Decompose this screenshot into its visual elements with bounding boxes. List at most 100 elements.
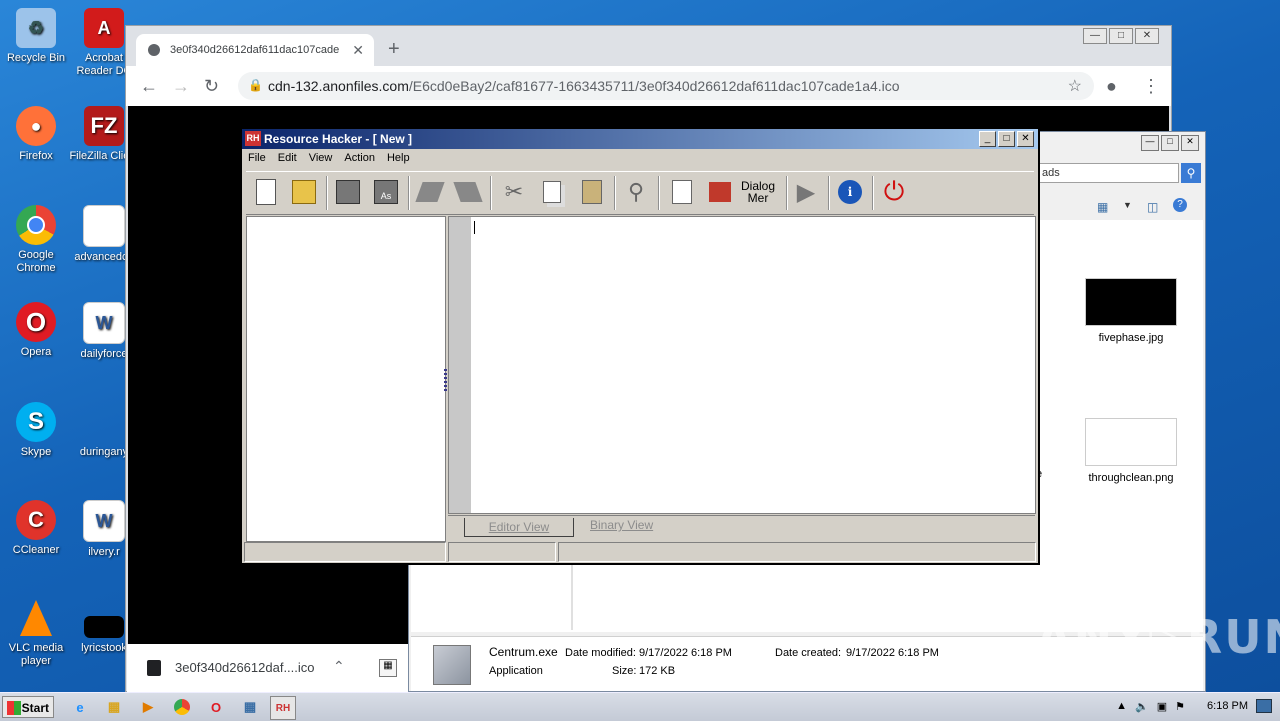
filezilla-icon: FZ [84, 106, 124, 146]
profile-icon[interactable]: ● [1106, 76, 1117, 97]
new-tab-icon[interactable]: + [388, 38, 400, 61]
chevron-up-icon[interactable]: ⌃ [333, 658, 345, 675]
minimize-icon[interactable]: — [1141, 135, 1159, 151]
browser-tab[interactable]: 3e0f340d26612daf611dac107cade1a4.ico ✕ [136, 34, 374, 66]
desktop-icon-ccleaner[interactable]: C CCleaner [0, 500, 72, 557]
windows-logo-icon [7, 701, 21, 715]
text-caret [474, 221, 475, 234]
rh-window-title: Resource Hacker - [ New ] [264, 132, 413, 146]
desktop-icon-skype[interactable]: S Skype [0, 402, 72, 459]
paste-icon[interactable] [576, 176, 608, 208]
chrome-taskbar-icon[interactable] [170, 696, 194, 718]
url-text: cdn-132.anonfiles.com/E6cd0eBay2/caf8167… [268, 78, 900, 94]
recycle-bin-icon: ♻ [16, 8, 56, 48]
explorer-search-input[interactable]: ads [1037, 163, 1179, 183]
rh-titlebar[interactable]: RH Resource Hacker - [ New ] _ □ ✕ [242, 129, 1038, 149]
forward-arrow-icon[interactable] [452, 176, 484, 208]
toolbar-separator [658, 176, 660, 210]
file-item[interactable]: fivephаse.jpg [1075, 278, 1187, 344]
word-doc-icon: W [83, 500, 125, 542]
maximize-icon[interactable]: □ [998, 131, 1015, 147]
line-number-gutter [448, 216, 472, 514]
code-editor[interactable] [471, 216, 1036, 514]
details-modified-value: 9/17/2022 6:18 PM [639, 647, 732, 659]
start-button[interactable]: Start [2, 696, 54, 718]
splitter-handle[interactable] [444, 369, 447, 391]
tab-binary-view[interactable]: Binary View [590, 518, 653, 532]
show-desktop-icon[interactable] [1256, 699, 1272, 713]
close-icon[interactable]: ✕ [1181, 135, 1199, 151]
details-size-label: Size: [612, 665, 637, 677]
ccleaner-icon: C [16, 500, 56, 540]
dialog-merger-icon[interactable]: Dialog Mer [741, 176, 775, 208]
forward-icon[interactable]: → [172, 76, 190, 97]
address-bar[interactable]: 🔒 cdn-132.anonfiles.com/E6cd0eBay2/caf81… [238, 72, 1094, 100]
clock[interactable]: 6:18 PM [1207, 700, 1248, 712]
power-exit-icon[interactable]: ⏻ [878, 176, 910, 208]
menu-view[interactable]: View [303, 149, 339, 169]
back-arrow-icon[interactable] [414, 176, 446, 208]
merger-label: Mer [747, 191, 769, 205]
save-as-icon[interactable]: As [370, 176, 402, 208]
help-icon[interactable]: ? [1173, 198, 1187, 212]
ie-icon[interactable]: e [68, 696, 92, 718]
file-item[interactable]: throughclean.png [1075, 418, 1187, 484]
download-item-name[interactable]: 3e0f340d26612daf....ico [175, 660, 315, 675]
back-icon[interactable]: ← [140, 76, 158, 97]
volume-icon[interactable]: 🔈 [1135, 700, 1149, 713]
start-label: Start [21, 701, 49, 715]
copy-icon[interactable] [536, 176, 568, 208]
menu-action[interactable]: Action [338, 149, 381, 169]
search-icon[interactable]: ⚲ [620, 176, 652, 208]
desktop-icon-vlc[interactable]: VLC media player [0, 598, 72, 668]
close-icon[interactable]: ✕ [1017, 131, 1034, 147]
desktop-icon-opera[interactable]: O Opera [0, 302, 72, 359]
download-shelf: 3e0f340d26612daf....ico ⌃ ▦ [127, 644, 408, 692]
details-type: Application [489, 665, 543, 677]
desktop-icon-firefox[interactable]: ● Firefox [0, 106, 72, 163]
menu-edit[interactable]: Edit [272, 149, 303, 169]
network-icon[interactable]: ▣ [1157, 700, 1167, 713]
add-image-icon[interactable] [704, 176, 736, 208]
media-player-icon[interactable]: ▶ [136, 696, 160, 718]
maximize-icon[interactable]: □ [1161, 135, 1179, 151]
desktop-icon-chrome[interactable]: Google Chrome [0, 205, 72, 275]
chrome-window-controls: — □ ✕ [1083, 28, 1159, 44]
open-folder-icon[interactable] [288, 176, 320, 208]
details-created-label: Date created: [775, 647, 842, 659]
save-icon[interactable] [332, 176, 364, 208]
explorer-folder-icon[interactable]: ▦ [102, 696, 126, 718]
play-run-icon[interactable]: ▶ [790, 176, 822, 208]
maximize-icon[interactable]: □ [1109, 28, 1133, 44]
resource-tree[interactable] [246, 216, 446, 542]
toolbar-separator [872, 176, 874, 210]
info-icon[interactable]: i [834, 176, 866, 208]
minimize-icon[interactable]: _ [979, 131, 996, 147]
search-icon[interactable]: ⚲ [1181, 163, 1201, 183]
downloads-folder-icon[interactable]: ▦ [379, 659, 397, 677]
opera-taskbar-icon[interactable]: O [204, 696, 228, 718]
minimize-icon[interactable]: — [1083, 28, 1107, 44]
desktop-icon-recycle-bin[interactable]: ♻ Recycle Bin [0, 8, 72, 65]
resource-hacker-taskbar-icon[interactable]: RH [270, 696, 296, 720]
preview-pane-icon[interactable]: ◫ [1147, 200, 1158, 214]
menu-file[interactable]: File [242, 149, 272, 169]
menu-kebab-icon[interactable]: ⋮ [1142, 76, 1160, 97]
reload-icon[interactable]: ↻ [204, 76, 219, 97]
tab-editor-view[interactable]: Editor View [464, 518, 574, 537]
skype-icon: S [16, 402, 56, 442]
close-icon[interactable]: ✕ [1135, 28, 1159, 44]
blank-file-icon [84, 402, 124, 442]
status-panel [244, 542, 446, 562]
menu-help[interactable]: Help [381, 149, 416, 169]
bookmark-star-icon[interactable]: ☆ [1068, 76, 1082, 96]
cut-icon[interactable]: ✂ [498, 176, 530, 208]
chevron-down-icon[interactable]: ▼ [1123, 200, 1132, 210]
tray-chevron-icon[interactable]: ▲ [1116, 700, 1127, 712]
view-icon[interactable]: ▦ [1097, 200, 1108, 214]
flag-icon[interactable]: ⚑ [1175, 700, 1185, 713]
tab-close-icon[interactable]: ✕ [352, 42, 364, 59]
notepad-icon[interactable]: ▦ [238, 696, 262, 718]
new-file-icon[interactable] [250, 176, 282, 208]
add-resource-icon[interactable] [666, 176, 698, 208]
